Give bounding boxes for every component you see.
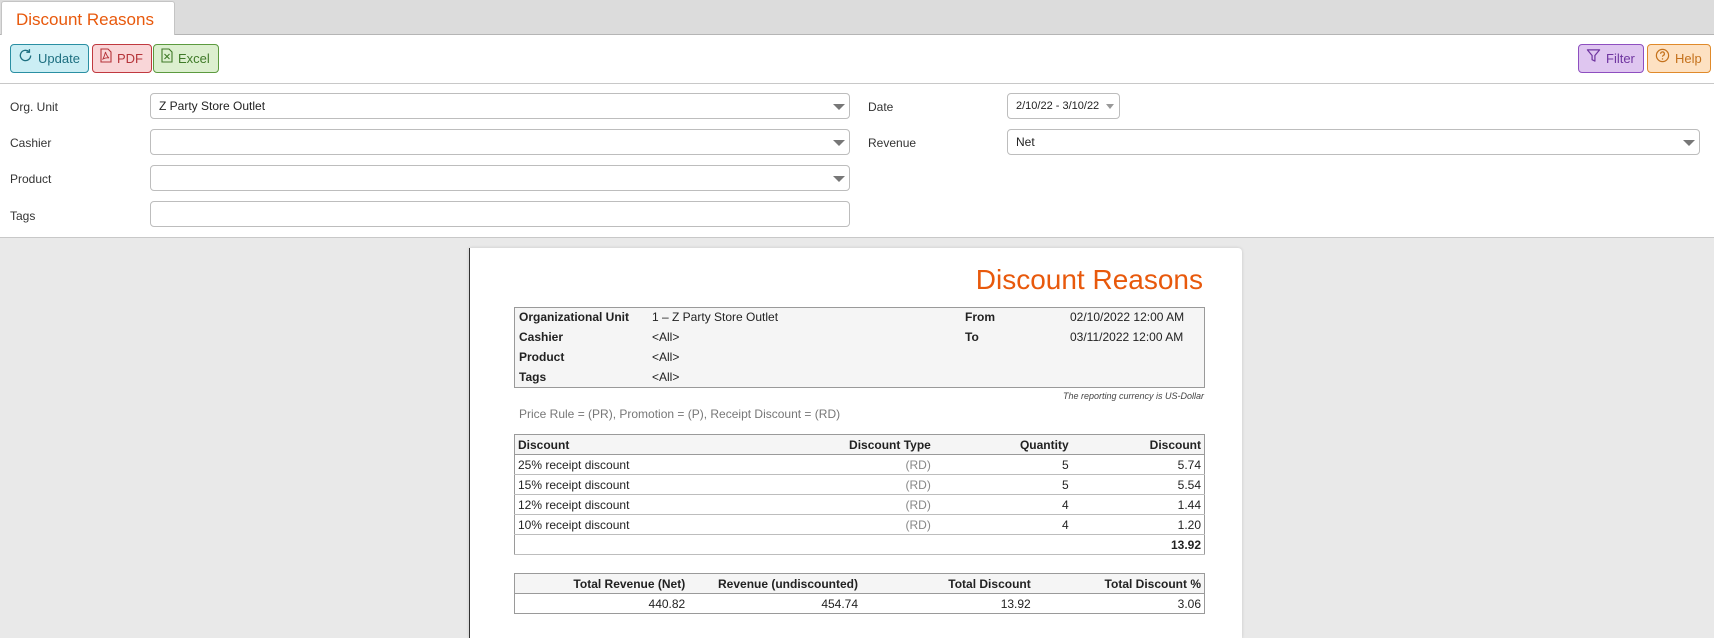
cell-discount: 10% receipt discount: [514, 514, 715, 535]
col-quantity: Quantity: [933, 434, 1072, 455]
info-product-key: Product: [519, 350, 565, 364]
summary-revenue-undiscounted: 454.74: [821, 596, 859, 611]
filter-label: Filter: [1606, 51, 1635, 66]
cell-qty: 5: [933, 474, 1072, 495]
date-value: 2/10/22 - 3/10/22: [1016, 100, 1100, 112]
table-row: 12% receipt discount (RD) 4 1.44: [514, 494, 1205, 515]
discount-table: Discount Discount Type Quantity Discount…: [514, 434, 1205, 555]
col-discount-amount: Discount: [1071, 434, 1205, 455]
revenue-label: Revenue: [868, 136, 917, 150]
table-total-row: 13.92: [514, 534, 1205, 555]
chevron-down-icon: [833, 104, 845, 110]
info-product-value: <All>: [652, 350, 680, 364]
revenue-value: Net: [1016, 135, 1035, 149]
col-revenue-undiscounted: Revenue (undiscounted): [688, 573, 862, 594]
chevron-down-icon: [1683, 140, 1695, 146]
col-discount: Discount: [514, 434, 715, 455]
help-circle-icon: [1655, 45, 1670, 72]
table-row: 10% receipt discount (RD) 4 1.20: [514, 514, 1205, 535]
report-page: Discount Reasons Organizational Unit 1 –…: [469, 248, 1242, 638]
currency-note: The reporting currency is US-Dollar: [1062, 391, 1204, 401]
pdf-file-icon: [100, 45, 112, 72]
col-total-revenue-net: Total Revenue (Net): [514, 573, 689, 594]
funnel-icon: [1586, 45, 1601, 72]
info-tags-value: <All>: [652, 370, 680, 384]
date-label: Date: [868, 100, 894, 114]
tags-input[interactable]: [150, 201, 850, 227]
summary-table: Total Revenue (Net) Revenue (undiscounte…: [514, 573, 1205, 614]
tab-bar: Discount Reasons: [0, 0, 1714, 35]
org-unit-value: Z Party Store Outlet: [159, 99, 266, 113]
org-unit-label: Org. Unit: [10, 100, 59, 114]
info-tags-key: Tags: [519, 370, 547, 384]
date-range-picker[interactable]: 2/10/22 - 3/10/22: [1007, 93, 1120, 119]
chevron-down-icon: [1106, 104, 1114, 109]
col-total-discount: Total Discount: [861, 573, 1034, 594]
summary-row: 440.82 454.74 13.92 3.06: [515, 594, 1205, 614]
table-row: 15% receipt discount (RD) 5 5.54: [514, 474, 1205, 495]
summary-total-revenue-net: 440.82: [648, 596, 686, 611]
chevron-down-icon: [833, 140, 845, 146]
info-from-key: From: [965, 310, 995, 324]
table-header-row: Discount Discount Type Quantity Discount: [514, 434, 1205, 455]
excel-label: Excel: [178, 51, 210, 66]
pdf-label: PDF: [117, 51, 143, 66]
product-select[interactable]: [150, 165, 850, 191]
cell-amount: 1.20: [1071, 514, 1205, 535]
cell-amount: 5.74: [1071, 454, 1205, 475]
cell-type: (RD): [714, 454, 934, 475]
cashier-label: Cashier: [10, 136, 52, 150]
info-org-unit-key: Organizational Unit: [519, 310, 630, 324]
cell-type: (RD): [714, 494, 934, 515]
info-to-key: To: [965, 330, 979, 344]
pdf-button[interactable]: PDF: [92, 44, 152, 73]
cell-type: (RD): [714, 514, 934, 535]
cell-total: 13.92: [1071, 534, 1205, 555]
info-cashier-value: <All>: [652, 330, 680, 344]
summary-header-row: Total Revenue (Net) Revenue (undiscounte…: [514, 573, 1205, 594]
report-title: Discount Reasons: [975, 264, 1203, 295]
col-discount-type: Discount Type: [714, 434, 934, 455]
cell-discount: 25% receipt discount: [514, 454, 715, 475]
table-row: 25% receipt discount (RD) 5 5.74: [514, 454, 1205, 475]
info-cashier-key: Cashier: [519, 330, 564, 344]
info-from-value: 02/10/2022 12:00 AM: [1070, 310, 1185, 324]
toolbar: Update PDF Excel Filter Help: [0, 35, 1714, 84]
chevron-down-icon: [833, 176, 845, 182]
tab-discount-reasons[interactable]: Discount Reasons: [1, 1, 175, 35]
cell-type: (RD): [714, 474, 934, 495]
col-total-discount-percent: Total Discount %: [1033, 573, 1205, 594]
filter-button[interactable]: Filter: [1578, 44, 1644, 73]
cell-qty: 4: [933, 514, 1072, 535]
help-label: Help: [1675, 51, 1702, 66]
excel-file-icon: [161, 45, 173, 72]
excel-button[interactable]: Excel: [153, 44, 219, 73]
cell-discount: 15% receipt discount: [514, 474, 715, 495]
cell-discount: 12% receipt discount: [514, 494, 715, 515]
info-to-value: 03/11/2022 12:00 AM: [1070, 330, 1184, 344]
cashier-select[interactable]: [150, 129, 850, 155]
summary-total-discount-percent: 3.06: [1177, 596, 1201, 611]
discount-type-legend: Price Rule = (PR), Promotion = (P), Rece…: [519, 407, 841, 421]
product-label: Product: [10, 172, 52, 186]
cell-amount: 1.44: [1071, 494, 1205, 515]
refresh-icon: [18, 45, 33, 72]
info-org-unit-value: 1 – Z Party Store Outlet: [652, 310, 779, 324]
revenue-select[interactable]: Net: [1007, 129, 1700, 155]
tags-label: Tags: [10, 209, 36, 223]
update-label: Update: [38, 51, 80, 66]
cell-amount: 5.54: [1071, 474, 1205, 495]
report-info-box: Organizational Unit 1 – Z Party Store Ou…: [514, 307, 1205, 388]
update-button[interactable]: Update: [10, 44, 89, 73]
org-unit-select[interactable]: Z Party Store Outlet: [150, 93, 850, 119]
help-button[interactable]: Help: [1647, 44, 1711, 73]
summary-total-discount: 13.92: [1000, 596, 1031, 611]
cell-qty: 5: [933, 454, 1072, 475]
cell-qty: 4: [933, 494, 1072, 515]
total-spacer: [514, 534, 1072, 555]
filter-panel: Org. Unit Z Party Store Outlet Cashier P…: [0, 84, 1714, 238]
